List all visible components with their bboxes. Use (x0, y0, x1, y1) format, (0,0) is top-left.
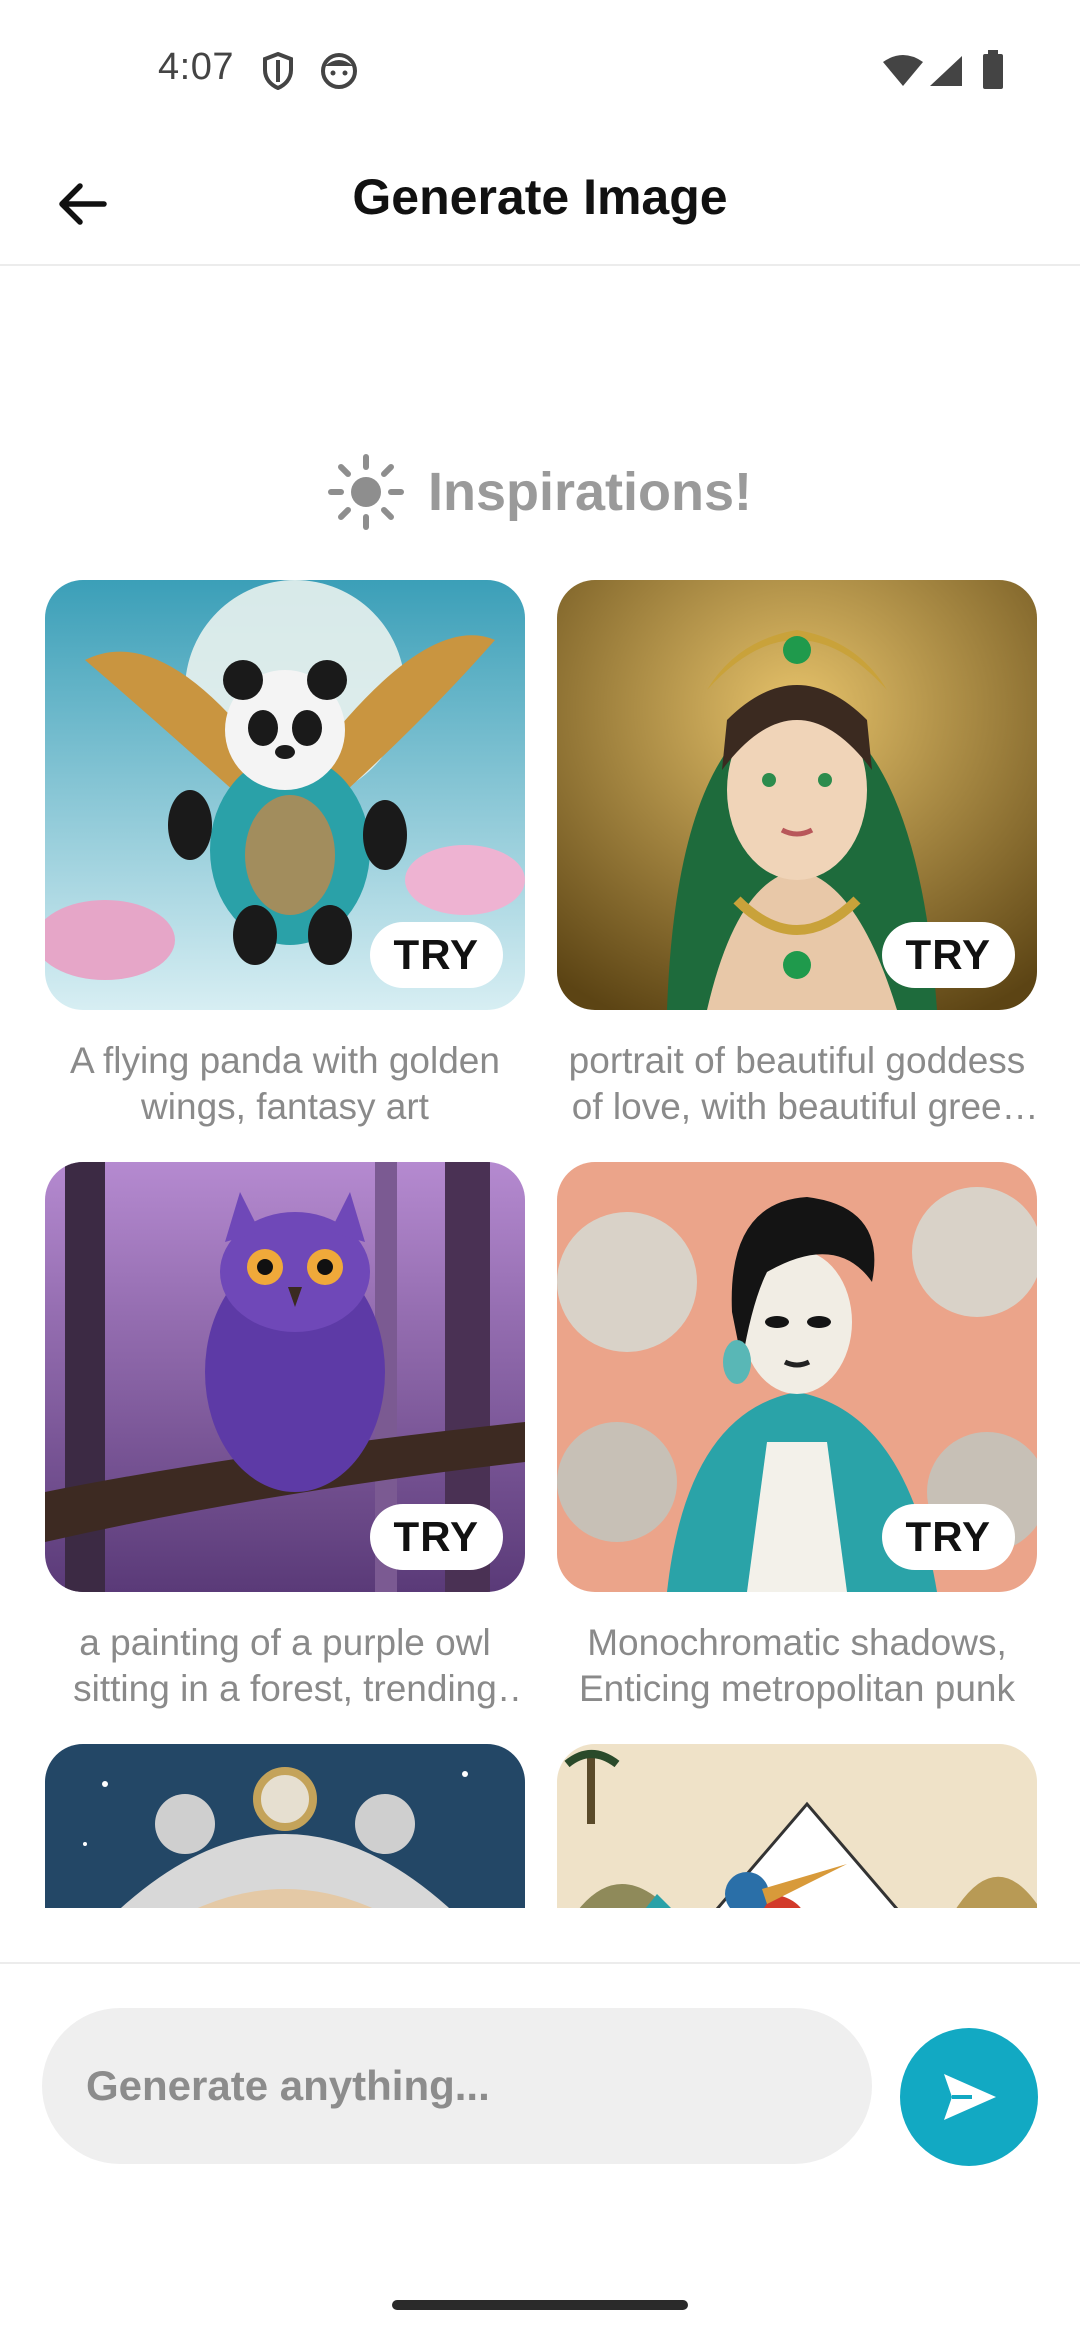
face-icon (320, 52, 358, 95)
wifi-icon (882, 54, 924, 93)
app-bar: Generate Image (0, 140, 1080, 266)
inspirations-header: Inspirations! (0, 452, 1080, 532)
inspiration-image[interactable]: TRY (45, 1162, 525, 1592)
card-caption: Monochromatic shadows, Enticing metropol… (578, 1622, 1016, 1709)
inspirations-grid: TRY A flying panda with golden wings, fa… (0, 580, 1080, 1908)
prompt-input[interactable] (42, 2008, 872, 2164)
inspiration-card[interactable] (45, 1744, 525, 1908)
try-button[interactable]: TRY (881, 922, 1015, 988)
page-title: Generate Image (352, 169, 728, 225)
try-button[interactable]: TRY (369, 922, 503, 988)
inspirations-title: Inspirations! (427, 462, 753, 522)
inspiration-image[interactable] (45, 1744, 525, 1908)
try-button[interactable]: TRY (881, 1504, 1015, 1570)
composer-divider (0, 1962, 1080, 1964)
battery-icon (982, 50, 1004, 95)
send-icon (944, 2074, 996, 2120)
inspiration-card[interactable]: TRY A flying panda with golden wings, fa… (45, 580, 525, 1130)
inspiration-image[interactable]: TRY (557, 1162, 1037, 1592)
inspiration-card[interactable]: TRY portrait of beautiful goddess of lov… (557, 580, 1037, 1130)
inspiration-image[interactable]: TRY (45, 580, 525, 1010)
card-caption: A flying panda with golden wings, fantas… (70, 1040, 500, 1127)
send-button[interactable] (900, 2028, 1038, 2166)
ornament-artwork (45, 1744, 525, 1908)
home-indicator[interactable] (392, 2300, 688, 2310)
inspiration-card[interactable] (557, 1744, 1037, 1908)
sun-icon (327, 454, 404, 530)
try-button[interactable]: TRY (369, 1504, 503, 1570)
card-caption: a painting of a purple owl sitting in a … (73, 1622, 497, 1709)
signal-icon (928, 54, 964, 93)
status-time: 4:07 (158, 46, 234, 88)
inspiration-image[interactable]: TRY (557, 580, 1037, 1010)
card-caption: portrait of beautiful goddess of love, w… (568, 1040, 1026, 1127)
inspiration-card[interactable]: TRY Monochromatic shadows, Enticing metr… (557, 1162, 1037, 1712)
bird-artwork (557, 1744, 1037, 1908)
inspiration-image[interactable] (557, 1744, 1037, 1908)
status-bar: 4:07 (0, 0, 1080, 140)
shield-icon (262, 51, 294, 95)
inspiration-card[interactable]: TRY a painting of a purple owl sitting i… (45, 1162, 525, 1712)
